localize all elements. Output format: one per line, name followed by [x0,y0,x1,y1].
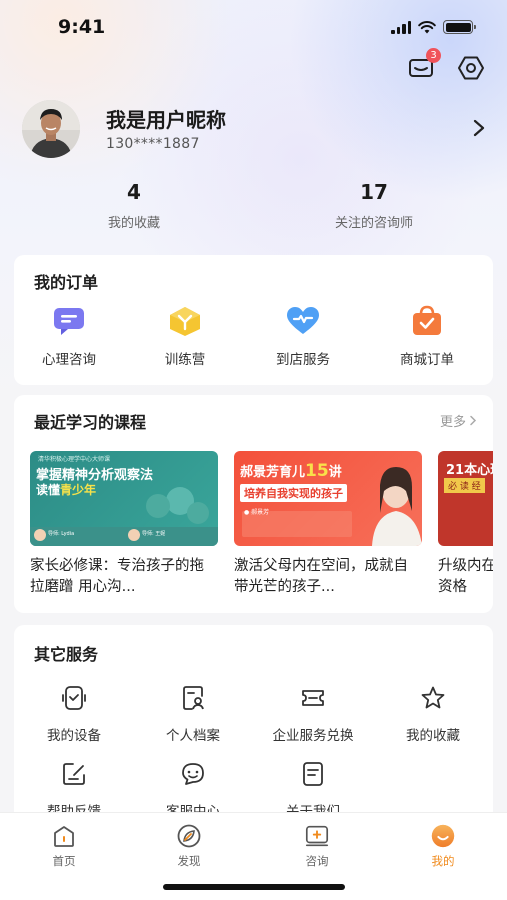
courses-title: 最近学习的课程 [34,413,147,432]
thumb-num: 15 [305,461,329,481]
service-my-favorites[interactable]: 我的收藏 [378,685,488,744]
service-label: 企业服务兑换 [272,728,354,744]
service-my-device[interactable]: 我的设备 [19,685,129,744]
course-title: 激活父母内在空间，成就自带光芒的孩子... [234,558,408,595]
thumb-line2-text: 读懂 [36,483,61,497]
courses-more-link[interactable]: 更多 [440,411,477,430]
chat-bubble-icon [54,308,84,335]
service-enterprise-redeem[interactable]: 企业服务兑换 [257,685,369,744]
cellular-signal-icon [391,20,411,34]
stat-favorites[interactable]: 4 我的收藏 [34,180,234,231]
course-item[interactable]: 郝景芳育儿15讲 培养自我实现的孩子 ● 郝景芳 激活父母内在空间，成就自带光芒… [234,451,422,598]
orders-title: 我的订单 [34,273,99,292]
course-item[interactable]: 清华积极心理学中心大师课 掌握精神分析观察法 读懂青少年 导师: Lydia 导… [30,451,218,598]
user-phone: 130****1887 [106,136,200,152]
order-label: 到店服务 [276,352,330,368]
ticket-icon [302,690,324,706]
status-icons [391,20,476,34]
service-label: 个人档案 [166,728,220,744]
settings-button[interactable] [457,54,485,82]
chevron-right-icon [470,415,477,426]
status-time: 9:41 [58,16,106,38]
user-nickname: 我是用户昵称 [106,108,226,132]
device-icon [62,686,86,710]
thumb-line2: 必 读 经 [444,478,485,493]
avatar[interactable] [22,100,80,158]
course-title: 家长必修课：专治孩子的拖拉磨蹭 用心沟... [30,558,204,595]
wifi-icon [418,20,436,33]
order-item-store-service[interactable]: 到店服务 [248,305,358,368]
tab-consult[interactable]: 咨询 [277,823,357,869]
smile-icon [431,824,455,848]
thumb-line2: 读懂青少年 [36,481,96,498]
thumb-teacher2: 导师: 王妮 [142,531,166,537]
tab-mine[interactable]: 我的 [403,823,483,869]
tab-home[interactable]: 首页 [24,823,104,869]
course-item[interactable]: 21本心理 必 读 经 升级内在资格 [438,451,493,598]
top-actions: 3 [407,48,485,82]
thumb-line1: 21本心理 [446,463,493,478]
course-title: 升级内在资格 [438,558,493,595]
thumb-line2: 培养自我实现的孩子 [240,484,347,502]
order-item-mall[interactable]: 商城订单 [372,305,482,368]
discover-icon [177,824,201,848]
star-icon [421,686,445,709]
stat-value: 17 [360,180,388,204]
stat-label: 我的收藏 [107,216,160,231]
recent-courses-card: 最近学习的课程 更多 清华积极心理学中心大师课 掌握精神分析观察法 读懂青少年 … [14,395,493,613]
home-icon [54,826,74,847]
thumb-teacher1: 导师: Lydia [48,531,75,537]
other-services-card: 其它服务 我的设备 个人档案 企业服务兑换 我的收藏 [14,625,493,825]
tab-discover[interactable]: 发现 [149,823,229,869]
my-orders-card: 我的订单 心理咨询 训练营 到店服务 商城订单 [14,255,493,385]
service-personal-profile[interactable]: 个人档案 [138,685,248,744]
service-label: 我的设备 [47,728,101,744]
order-label: 心理咨询 [42,352,96,368]
tab-label: 我的 [431,854,455,868]
profile-header[interactable]: 我是用户昵称 130****1887 [22,100,486,160]
status-bar: 9:41 [0,0,507,52]
profile-stats: 4 我的收藏 17 关注的咨询师 [0,180,507,240]
message-button[interactable]: 3 [407,48,441,82]
hexagon-settings-icon [458,56,484,80]
course-thumbnail: 清华积极心理学中心大师课 掌握精神分析观察法 读懂青少年 导师: Lydia 导… [30,451,218,546]
heart-check-icon [287,307,319,334]
stat-label: 关注的咨询师 [334,216,413,231]
course-thumbnail: 21本心理 必 读 经 [438,451,493,546]
order-label: 商城订单 [400,352,454,368]
camp-icon [170,307,200,336]
thumb-line1-text: 郝景芳育儿 [240,465,306,480]
more-label: 更多 [439,415,466,430]
services-title: 其它服务 [34,645,99,664]
tab-label: 咨询 [305,854,329,868]
about-icon [303,762,323,786]
chevron-right-icon[interactable] [472,118,486,138]
home-indicator [163,884,345,890]
order-item-counseling[interactable]: 心理咨询 [14,305,124,368]
avatar-image [22,100,80,158]
service-label: 我的收藏 [406,728,460,744]
thumb-line1: 郝景芳育儿15讲 [240,461,342,481]
thumb-highlight: 青少年 [60,483,97,497]
course-thumbnail: 郝景芳育儿15讲 培养自我实现的孩子 ● 郝景芳 [234,451,422,546]
consult-icon [305,825,329,847]
message-badge: 3 [426,48,441,63]
battery-icon [443,20,476,34]
profile-card-icon [183,686,204,710]
feedback-icon [63,763,85,785]
customer-service-icon [182,763,204,785]
shopping-bag-icon [413,305,441,335]
tab-label: 发现 [177,854,201,868]
stat-followed-counselors[interactable]: 17 关注的咨询师 [274,180,474,231]
tab-label: 首页 [52,854,76,868]
stat-value: 4 [127,180,141,204]
order-label: 训练营 [164,352,206,368]
thumb-header: 清华积极心理学中心大师课 [38,456,111,463]
order-item-camp[interactable]: 训练营 [130,305,240,368]
thumb-author: ● 郝景芳 [244,509,270,516]
thumb-unit: 讲 [328,465,342,480]
